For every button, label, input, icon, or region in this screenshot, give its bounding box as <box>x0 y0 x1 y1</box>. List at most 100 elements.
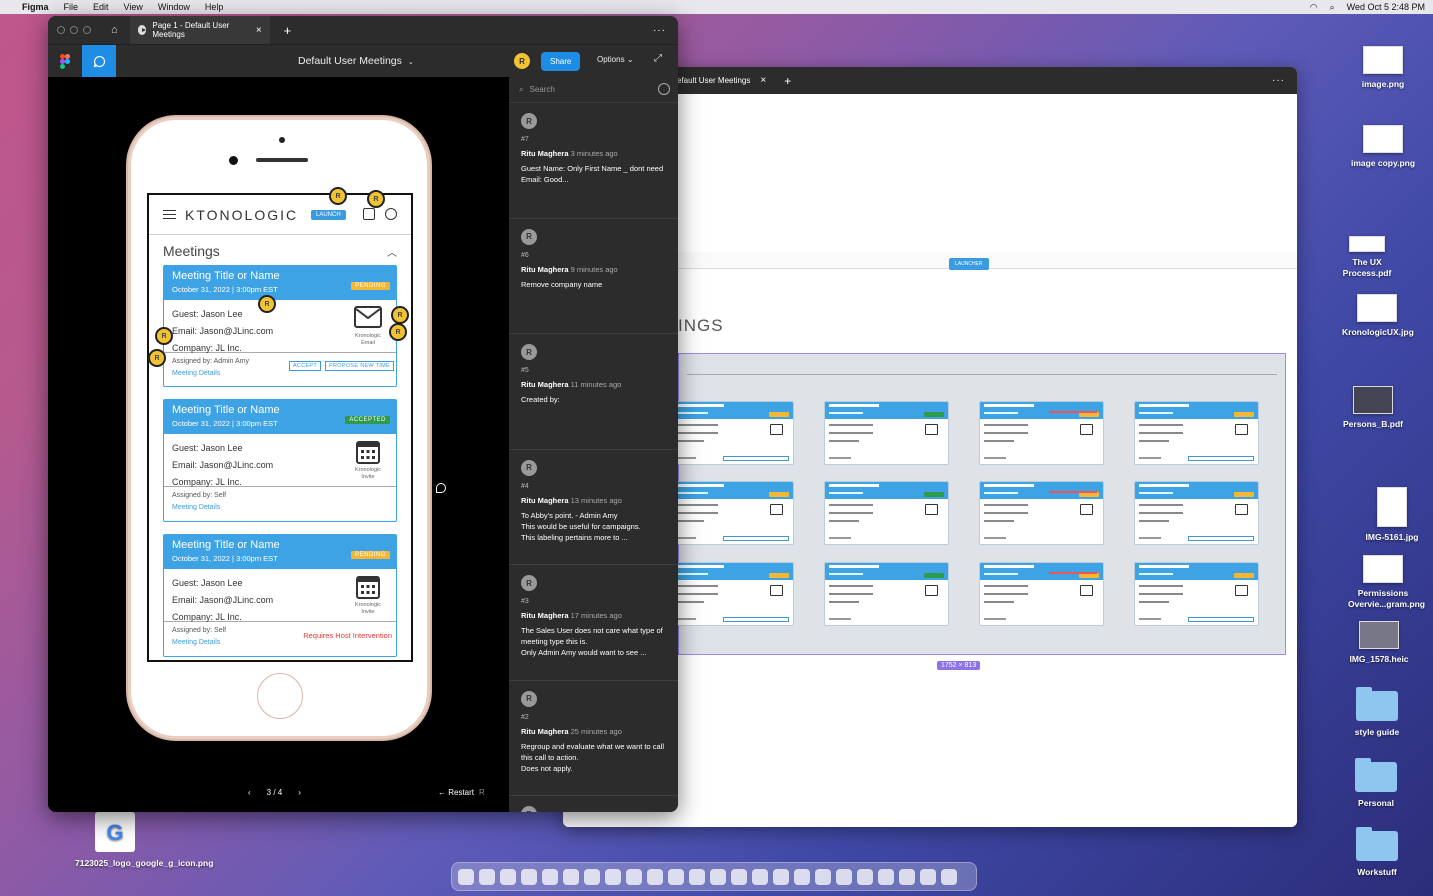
launcher-button[interactable]: LAUNCHER <box>949 258 989 270</box>
options-menu[interactable]: Options ⌄ <box>597 55 634 64</box>
home-button[interactable] <box>257 673 303 719</box>
dock-app-icon[interactable] <box>899 868 915 885</box>
add-tab-icon[interactable]: + <box>784 74 791 88</box>
desktop-file-kronologicux[interactable]: KronologicUX.jpg <box>1342 294 1414 338</box>
selected-frame[interactable] <box>669 353 1286 655</box>
dock-app-icon[interactable] <box>647 868 663 885</box>
meeting-details-link[interactable]: Meeting Details <box>172 639 388 646</box>
comment-pin[interactable]: R <box>258 295 276 313</box>
dock-app-icon[interactable] <box>521 868 537 885</box>
mini-meeting-card[interactable] <box>824 562 949 626</box>
comment-thread[interactable]: R #6 Ritu Maghera 9 minutes ago Remove comp… <box>509 219 678 334</box>
desktop-folder-style-guide[interactable]: style guide <box>1342 687 1412 738</box>
mini-meeting-card[interactable] <box>1134 481 1259 545</box>
mini-meeting-card[interactable] <box>669 481 794 545</box>
bg-tab-title[interactable]: efault User Meetings <box>677 76 750 85</box>
dock-app-icon[interactable] <box>584 868 600 885</box>
expand-icon[interactable]: ⤢ <box>654 53 662 64</box>
menu-help[interactable]: Help <box>205 2 224 12</box>
menu-view[interactable]: View <box>124 2 143 12</box>
accept-button[interactable]: ACCEPT <box>288 361 322 371</box>
comment-pin[interactable]: R <box>391 306 409 324</box>
previous-frame-icon[interactable]: ‹ <box>248 788 251 797</box>
meetings-header[interactable]: Meetings ︿ <box>149 235 411 265</box>
menu-file[interactable]: File <box>64 2 79 12</box>
more-icon[interactable]: ··· <box>653 25 666 36</box>
propose-new-time-button[interactable]: PROPOSE NEW TIME <box>325 361 394 371</box>
comment-thread[interactable]: R #7 Ritu Maghera 3 minutes ago Guest Name:… <box>509 103 678 219</box>
zoom-window-icon[interactable] <box>83 26 91 34</box>
dock-app-icon[interactable] <box>458 868 474 885</box>
dock-app-icon[interactable] <box>479 868 495 885</box>
comment-thread[interactable]: R #5 Ritu Maghera 11 minutes ago Created by… <box>509 334 678 450</box>
dock-app-icon[interactable] <box>815 868 831 885</box>
dock-app-icon[interactable] <box>689 868 705 885</box>
close-tab-icon[interactable]: × <box>256 25 262 36</box>
dock-app-icon[interactable] <box>605 868 621 885</box>
desktop-file-img1578[interactable]: IMG_1578.heic <box>1344 621 1414 665</box>
dock-app-icon[interactable] <box>920 868 936 885</box>
comment-pin[interactable]: R <box>367 190 385 208</box>
dock-app-icon[interactable] <box>500 868 516 885</box>
meeting-card[interactable]: Meeting Title or Name October 31, 2022 |… <box>163 265 397 387</box>
comment-mode-button[interactable] <box>82 44 116 78</box>
menu-edit[interactable]: Edit <box>93 2 109 12</box>
spotlight-search-icon[interactable]: ⌕ <box>1330 2 1335 13</box>
more-icon[interactable]: ··· <box>1272 75 1285 86</box>
comment-pin[interactable]: R <box>155 327 173 345</box>
desktop-file-google-logo[interactable]: G 7123025_logo_google_g_icon.png <box>75 812 213 869</box>
menu-app-name[interactable]: Figma <box>22 2 49 12</box>
dock-app-icon[interactable] <box>752 868 768 885</box>
comment-pin[interactable]: R <box>389 323 407 341</box>
menu-window[interactable]: Window <box>158 2 190 12</box>
home-icon[interactable]: ⌂ <box>111 24 118 36</box>
mini-meeting-card[interactable] <box>1134 401 1259 465</box>
desktop-file-image[interactable]: image.png <box>1348 46 1418 90</box>
desktop-file-ux-process[interactable]: The UX Process.pdf <box>1332 236 1402 279</box>
mini-meeting-card[interactable] <box>669 562 794 626</box>
phone-screen[interactable]: KTONOLOGIC LAUNCH Meetings ︿ Meeting Tit… <box>147 193 413 662</box>
mini-meeting-card[interactable] <box>669 401 794 465</box>
minimize-window-icon[interactable] <box>70 26 78 34</box>
wifi-icon[interactable]: ◠ <box>1310 2 1318 13</box>
document-title[interactable]: Default User Meetings ⌄ <box>298 55 414 67</box>
meeting-details-link[interactable]: Meeting Details <box>172 370 388 377</box>
restart-button[interactable]: ← Restart R <box>438 788 485 797</box>
comment-thread[interactable]: R #3 Ritu Maghera 17 minutes ago The Sales … <box>509 565 678 681</box>
dock-app-icon[interactable] <box>710 868 726 885</box>
dock-app-icon[interactable] <box>794 868 810 885</box>
comment-pin[interactable]: R <box>148 349 166 367</box>
comment-pin[interactable]: R <box>329 187 347 205</box>
mini-meeting-card[interactable] <box>979 562 1104 626</box>
comment-thread[interactable]: R #2 Ritu Maghera 25 minutes ago Regroup an… <box>509 681 678 796</box>
desktop-file-image-copy[interactable]: image copy.png <box>1348 125 1418 169</box>
desktop-folder-workstuff[interactable]: Workstuff <box>1342 827 1412 878</box>
comment-thread[interactable]: R #4 Ritu Maghera 13 minutes ago To Abby's … <box>509 450 678 565</box>
window-controls[interactable] <box>57 26 91 34</box>
dock-app-icon[interactable] <box>626 868 642 885</box>
desktop-folder-personal[interactable]: Personal <box>1341 758 1411 809</box>
comment-thread[interactable]: R#1Ritu Maghera 33 minutes ago <box>509 796 678 812</box>
dock-app-icon[interactable] <box>731 868 747 885</box>
meeting-card[interactable]: Meeting Title or Name October 31, 2022 |… <box>163 534 397 657</box>
share-button[interactable]: Share <box>541 52 581 71</box>
dock-app-icon[interactable] <box>878 868 894 885</box>
dock-app-icon[interactable] <box>857 868 873 885</box>
desktop-file-img5161[interactable]: IMG-5161.jpg <box>1357 487 1427 543</box>
desktop-file-persons[interactable]: Persons_B.pdf <box>1338 386 1408 430</box>
tab-page-1[interactable]: Page 1 - Default User Meetings × <box>129 16 270 44</box>
desktop-file-permissions[interactable]: Permissions Overvie...gram.png <box>1348 555 1425 610</box>
dock-app-icon[interactable] <box>563 868 579 885</box>
close-icon[interactable]: × <box>760 75 766 86</box>
figma-logo-icon[interactable] <box>48 45 82 78</box>
user-profile-icon[interactable] <box>385 208 397 220</box>
hamburger-menu-icon[interactable] <box>163 210 176 219</box>
close-window-icon[interactable] <box>57 26 65 34</box>
dock-app-icon[interactable] <box>773 868 789 885</box>
dock-app-icon[interactable] <box>542 868 558 885</box>
dock-app-icon[interactable] <box>668 868 684 885</box>
calendar-icon[interactable] <box>363 208 375 220</box>
meeting-card[interactable]: Meeting Title or Name October 31, 2022 |… <box>163 399 397 522</box>
dock-app-icon[interactable] <box>836 868 852 885</box>
launch-button[interactable]: LAUNCH <box>311 210 346 220</box>
